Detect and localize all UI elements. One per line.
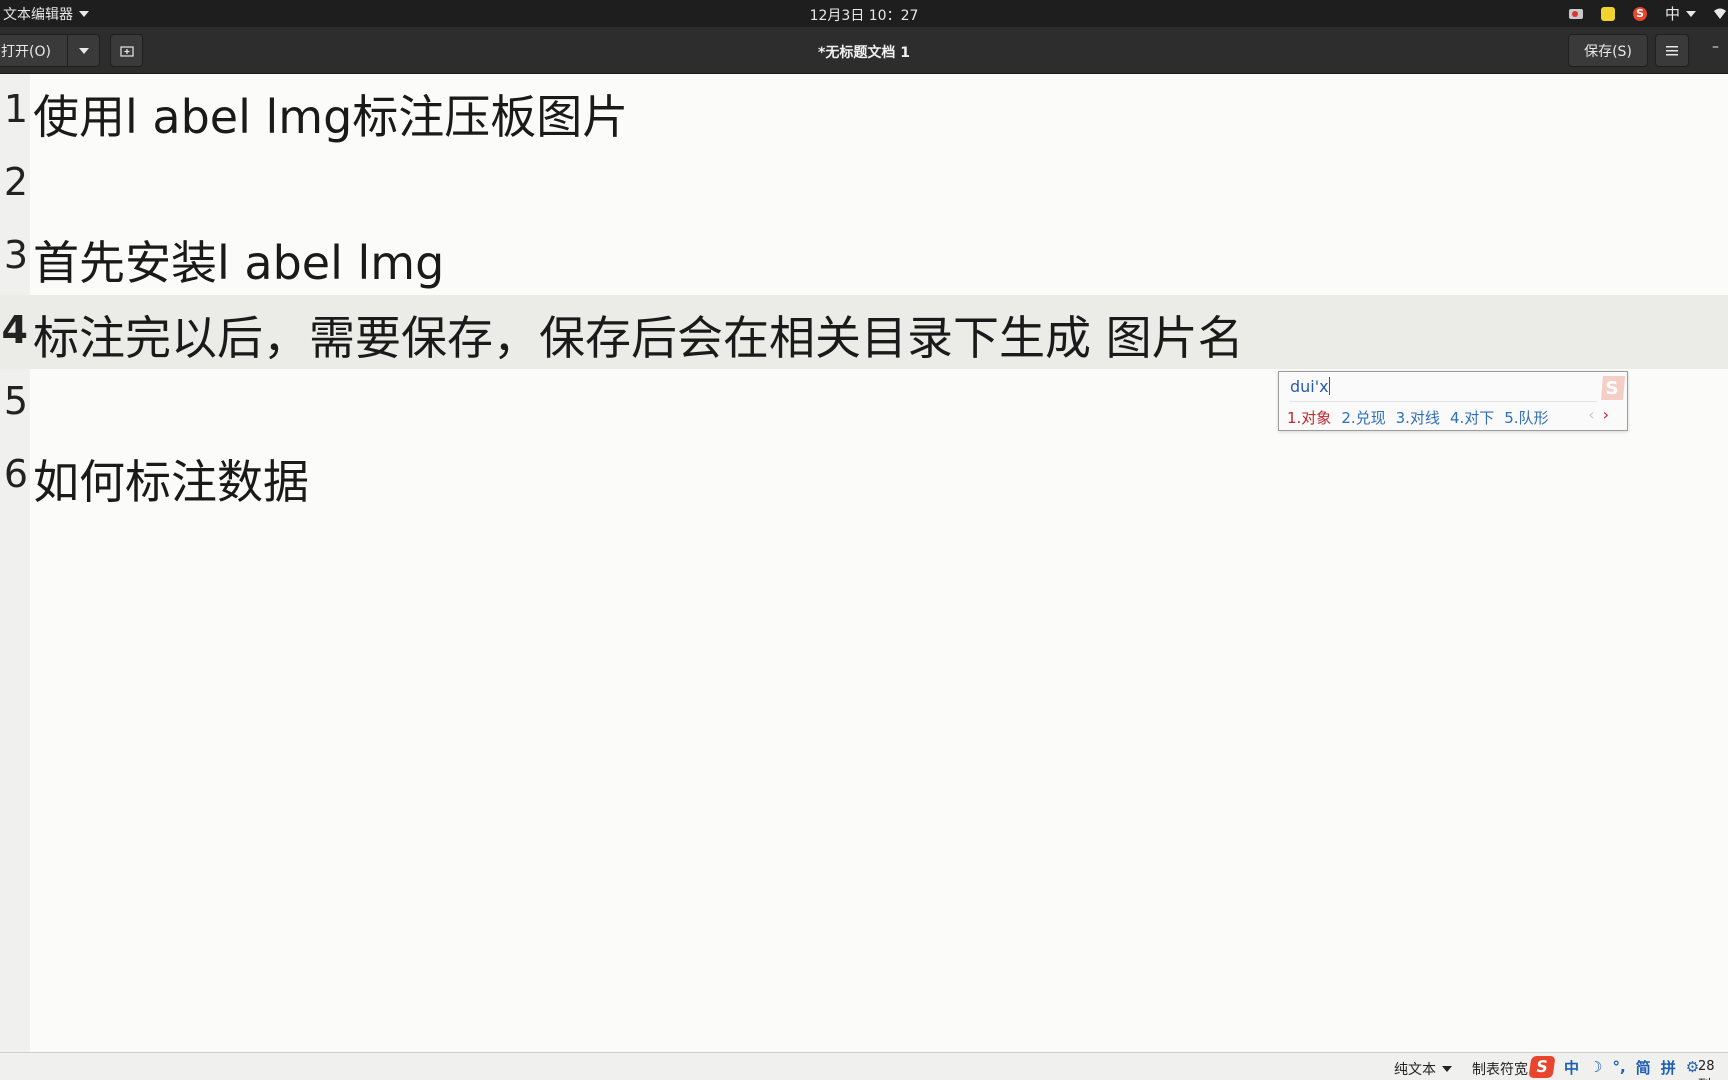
ime-page-arrows: ‹ › <box>1588 405 1609 424</box>
ime-punctuation-icon[interactable]: °, <box>1612 1058 1625 1076</box>
line-number: 1 <box>3 87 28 131</box>
ime-prev-page-icon[interactable]: ‹ <box>1588 405 1594 424</box>
ime-fullwidth-icon[interactable]: ☽ <box>1589 1058 1602 1076</box>
line-number: 5 <box>3 379 28 423</box>
chevron-down-icon <box>1442 1066 1452 1072</box>
ime-candidate-popup: dui'x S 1.对象 2.兑现 3.对线 4.对下 5.队形 ‹ › <box>1278 371 1628 431</box>
ime-candidate-list: 1.对象 2.兑现 3.对线 4.对下 5.队形 <box>1287 407 1549 428</box>
line-number: 6 <box>3 452 28 496</box>
notes-icon[interactable] <box>1600 6 1615 21</box>
chevron-down-icon <box>1686 10 1696 17</box>
sogou-logo-icon[interactable]: S <box>1528 1056 1556 1078</box>
text-editor[interactable]: 1 使用l abel lmg标注压板图片 2 3 首先安装l abel lmg … <box>0 74 1728 1052</box>
cursor-position[interactable]: 28 列 <box>1698 1059 1728 1080</box>
input-method-label: 中 <box>1664 5 1680 23</box>
header-bar: 打开(O) *无标题文档 1 保存(S) – <box>0 27 1728 74</box>
line-text[interactable]: 首先安装l abel lmg <box>33 227 444 293</box>
editor-line[interactable]: 3 首先安装l abel lmg <box>0 220 1728 293</box>
top-system-bar: 文本编辑器 12月3日 10：27 S 中 <box>0 0 1728 27</box>
input-method-menu[interactable]: 中 <box>1665 3 1696 24</box>
system-tray: S 中 <box>1568 3 1728 24</box>
ime-next-page-icon[interactable]: › <box>1603 405 1609 424</box>
save-button[interactable]: 保存(S) <box>1568 34 1648 67</box>
ime-candidate-5[interactable]: 5.队形 <box>1504 407 1548 428</box>
ime-divider <box>1289 401 1597 402</box>
ime-candidate-3[interactable]: 3.对线 <box>1396 407 1440 428</box>
line-text[interactable]: 如何标注数据 <box>33 446 309 512</box>
editor-line[interactable]: 2 <box>0 147 1728 220</box>
clock[interactable]: 12月3日 10：27 <box>0 5 1728 25</box>
ime-composition-text: dui'x <box>1290 377 1329 396</box>
ime-simplified-toggle[interactable]: 简 <box>1636 1057 1651 1078</box>
text-cursor <box>1328 377 1330 395</box>
ime-pinyin-toggle[interactable]: 拼 <box>1661 1057 1676 1078</box>
editor-line[interactable]: 6 如何标注数据 <box>0 439 1728 512</box>
line-number: 4 <box>1 308 28 352</box>
tab-width-label: 制表符宽 <box>1472 1062 1528 1078</box>
sogou-tray-icon[interactable]: S <box>1632 6 1647 21</box>
line-number: 2 <box>3 160 28 204</box>
ime-candidate-1[interactable]: 1.对象 <box>1287 407 1331 428</box>
screen-recorder-icon[interactable] <box>1568 8 1583 19</box>
document-title: *无标题文档 1 <box>818 45 910 61</box>
minimize-button[interactable]: – <box>1712 39 1728 59</box>
line-text[interactable]: 使用l abel lmg标注压板图片 <box>33 81 628 147</box>
svg-text:S: S <box>1606 378 1619 399</box>
ime-candidate-2[interactable]: 2.兑现 <box>1341 407 1385 428</box>
language-selector[interactable]: 纯文本 <box>1394 1059 1452 1079</box>
ime-candidate-4[interactable]: 4.对下 <box>1450 407 1494 428</box>
ime-chinese-mode[interactable]: 中 <box>1564 1057 1579 1078</box>
save-button-label: 保存(S) <box>1584 43 1632 60</box>
line-number: 3 <box>3 233 28 277</box>
sogou-ime-toolbar: S 中 ☽ °, 简 拼 ⚙ <box>1528 1055 1699 1079</box>
status-bar: 纯文本 制表符宽 S 中 ☽ °, 简 拼 ⚙ 28 列 <box>0 1052 1728 1080</box>
minimize-icon: – <box>1712 39 1719 55</box>
line-text[interactable]: 标注完以后，需要保存，保存后会在相关目录下生成 图片名 <box>33 302 1244 368</box>
editor-line[interactable]: 1 使用l abel lmg标注压板图片 <box>0 74 1728 147</box>
tab-width-selector[interactable]: 制表符宽 <box>1472 1059 1528 1079</box>
language-label: 纯文本 <box>1394 1062 1436 1078</box>
editor-line-current[interactable]: 4 标注完以后，需要保存，保存后会在相关目录下生成 图片名 <box>0 295 1728 368</box>
main-menu-button[interactable] <box>1655 34 1689 67</box>
ime-composition: dui'x <box>1290 377 1330 396</box>
network-icon[interactable] <box>1714 8 1726 20</box>
hamburger-menu-icon <box>1666 45 1678 55</box>
cursor-position-label: 28 列 <box>1698 1059 1715 1080</box>
sogou-logo-icon: S <box>1601 376 1625 400</box>
